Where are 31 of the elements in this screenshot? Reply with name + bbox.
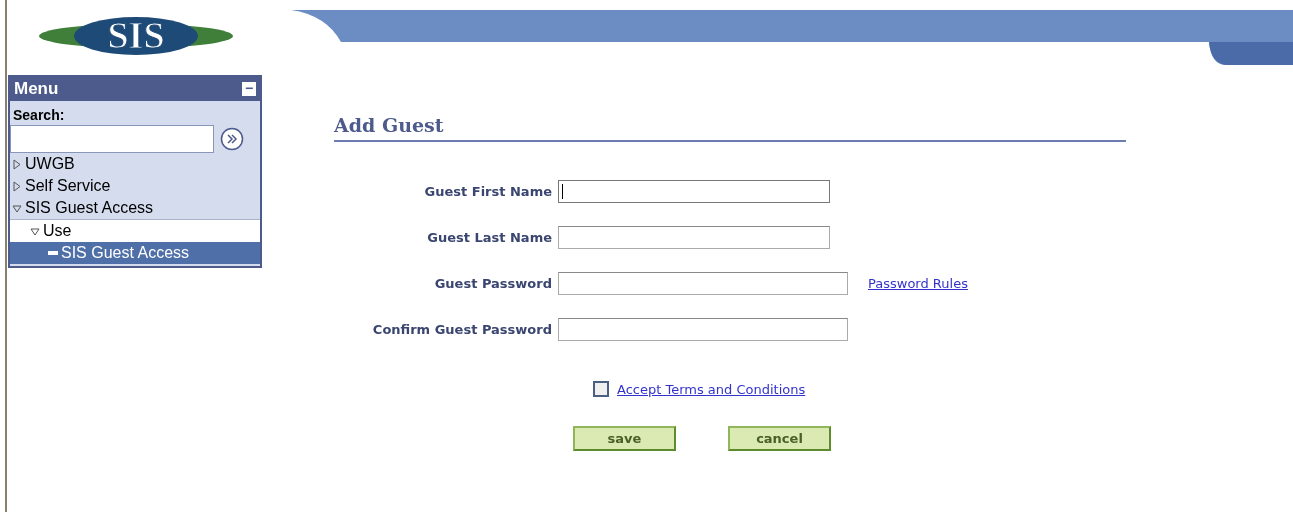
search-label: Search: [12,106,66,125]
field-label: Guest Last Name [426,230,552,245]
field-label: Confirm Guest Password [371,322,552,337]
page-title: Add Guest [334,114,1126,142]
input-field[interactable] [558,180,830,203]
field-label: Guest First Name [423,184,552,199]
menu-item[interactable]: SIS Guest Access [10,197,260,219]
cancel-button[interactable]: cancel [728,426,831,451]
menu-item[interactable]: Use [10,219,260,242]
password-rules-link[interactable]: Password Rules [868,276,968,291]
save-button[interactable]: save [573,426,676,451]
search-field[interactable] [10,125,214,153]
search-go-icon[interactable] [220,127,244,151]
collapse-button[interactable]: − [242,82,256,96]
expand-triangle-icon[interactable] [12,202,22,214]
menu-item[interactable]: Self Service [10,175,260,197]
expand-triangle-icon[interactable] [30,225,40,237]
checkbox[interactable] [593,381,609,397]
text-cursor [562,184,563,199]
input-field[interactable] [558,226,830,249]
collapse-triangle-icon[interactable] [12,158,22,170]
input-field[interactable] [558,318,848,341]
field-label: Guest Password [433,276,552,291]
menu-item[interactable]: UWGB [10,153,260,175]
menu-title: Menu [14,79,59,99]
terms-link[interactable]: Accept Terms and Conditions [617,381,806,397]
logo: SIS [38,16,234,56]
menu-item[interactable]: SIS Guest Access [10,242,260,264]
input-field[interactable] [558,272,848,295]
collapse-triangle-icon[interactable] [12,180,22,192]
dash-icon [48,251,58,255]
